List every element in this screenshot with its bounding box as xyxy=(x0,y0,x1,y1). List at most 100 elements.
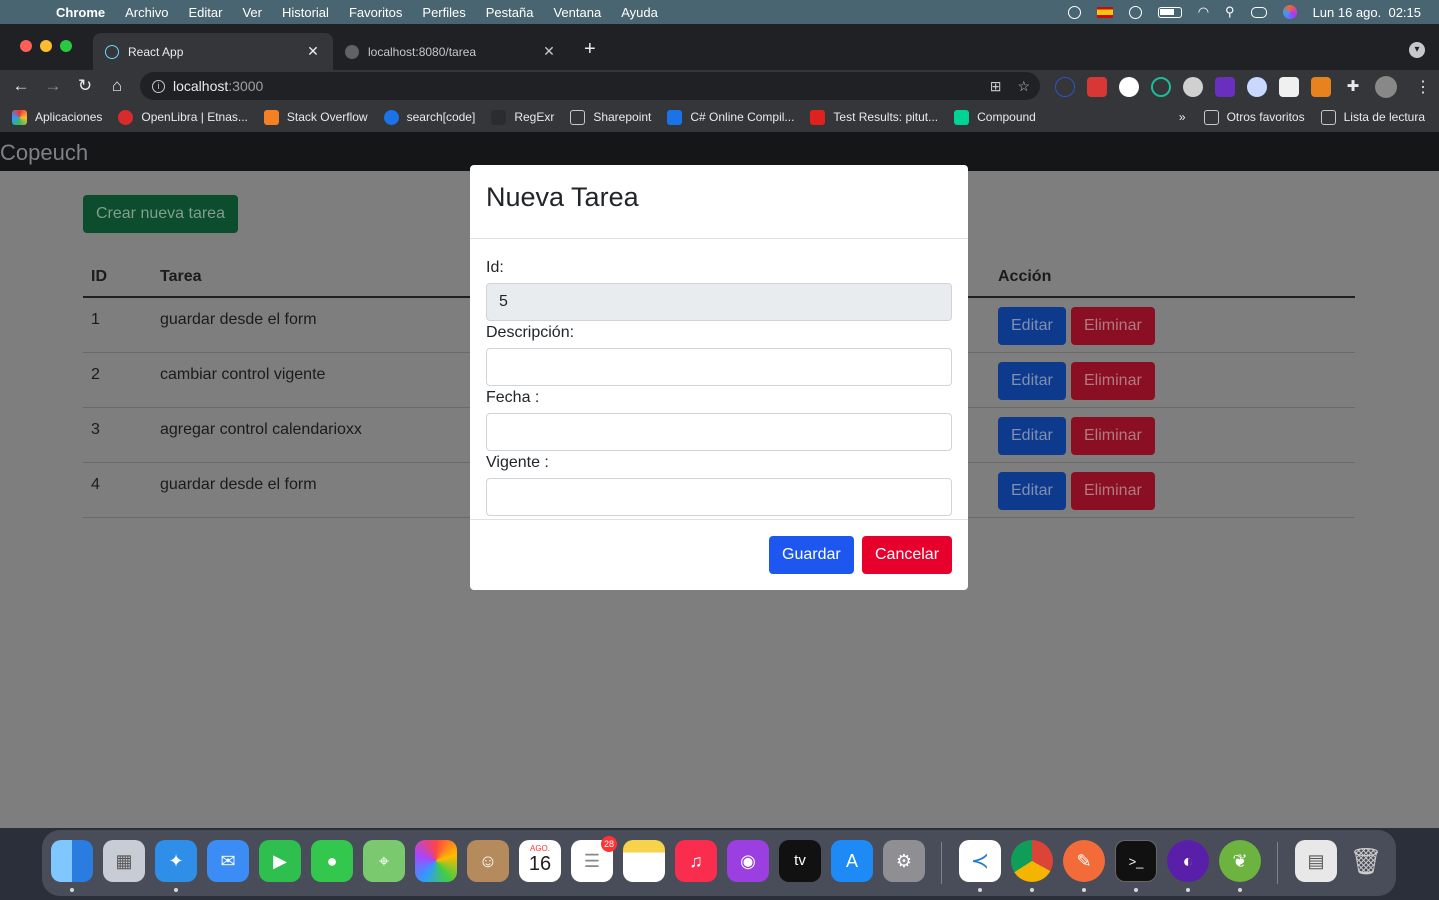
finder-icon[interactable] xyxy=(51,840,93,882)
menu-ventana[interactable]: Ventana xyxy=(553,5,601,20)
extension-note-icon[interactable] xyxy=(1279,77,1299,97)
address-bar[interactable]: i localhost:3000 ⊞ ☆ xyxy=(140,72,1040,100)
extension-green-ring-icon[interactable] xyxy=(1151,77,1171,97)
bookmark-apps[interactable]: Aplicaciones xyxy=(12,109,102,125)
bookmark-searchcode[interactable]: search[code] xyxy=(383,109,475,125)
delete-button[interactable]: Eliminar xyxy=(1071,307,1155,345)
siri-icon[interactable] xyxy=(1282,5,1297,19)
tor-browser-icon[interactable]: ◐ xyxy=(1167,840,1209,882)
bookmark-other-favorites[interactable]: Otros favoritos xyxy=(1203,109,1305,125)
spring-tools-icon[interactable]: ❦ xyxy=(1219,840,1261,882)
close-window-button[interactable] xyxy=(20,40,32,52)
reload-icon[interactable]: ↻ xyxy=(69,76,101,96)
extensions-puzzle-icon[interactable]: ✚ xyxy=(1343,77,1363,97)
system-preferences-icon[interactable]: ⚙ xyxy=(883,840,925,882)
home-icon[interactable]: ⌂ xyxy=(101,76,133,96)
menu-pestana[interactable]: Pestaña xyxy=(486,5,534,20)
menu-ayuda[interactable]: Ayuda xyxy=(621,5,658,20)
brand[interactable]: Copeuch xyxy=(0,140,88,165)
menu-historial[interactable]: Historial xyxy=(282,5,329,20)
downloads-stack-icon[interactable]: ▤ xyxy=(1295,840,1337,882)
bookmark-csharp-compiler[interactable]: C# Online Compil... xyxy=(667,109,794,125)
screen-record-icon[interactable] xyxy=(1067,5,1081,19)
edit-button[interactable]: Editar xyxy=(998,307,1066,345)
forward-icon[interactable]: → xyxy=(37,76,69,96)
bookmark-regexr[interactable]: RegExr xyxy=(491,109,554,125)
mail-icon[interactable]: ✉ xyxy=(207,840,249,882)
menu-app-name[interactable]: Chrome xyxy=(56,5,105,20)
bookmark-star-icon[interactable]: ☆ xyxy=(1017,78,1030,95)
site-info-icon[interactable]: i xyxy=(152,79,165,93)
extension-search-icon[interactable] xyxy=(1183,77,1203,97)
menu-favoritos[interactable]: Favoritos xyxy=(349,5,402,20)
music-icon[interactable]: ♫ xyxy=(675,840,717,882)
extension-circle-icon[interactable] xyxy=(1055,77,1075,97)
reminders-icon[interactable]: ☰ 28 xyxy=(571,836,617,882)
minimize-window-button[interactable] xyxy=(40,40,52,52)
metamask-icon[interactable] xyxy=(1311,77,1331,97)
save-button[interactable]: Guardar xyxy=(769,536,854,574)
menu-perfiles[interactable]: Perfiles xyxy=(422,5,465,20)
podcasts-icon[interactable]: ◉ xyxy=(727,840,769,882)
photos-icon[interactable] xyxy=(415,840,457,882)
menu-editar[interactable]: Editar xyxy=(188,5,222,20)
edit-button[interactable]: Editar xyxy=(998,472,1066,510)
maps-icon[interactable]: ⌖ xyxy=(363,840,405,882)
edit-button[interactable]: Editar xyxy=(998,362,1066,400)
extension-blue-icon[interactable] xyxy=(1247,77,1267,97)
apple-tv-icon[interactable]: tv xyxy=(779,840,821,882)
close-tab-icon[interactable]: ✕ xyxy=(541,43,557,60)
edit-button[interactable]: Editar xyxy=(998,417,1066,455)
safari-icon[interactable]: ✦ xyxy=(155,840,197,882)
airdrop-icon[interactable] xyxy=(1128,5,1142,19)
bookmark-sharepoint[interactable]: Sharepoint xyxy=(570,109,651,125)
battery-icon[interactable] xyxy=(1157,6,1182,18)
tab-localhost-tarea[interactable]: localhost:8080/tarea ✕ xyxy=(333,33,569,70)
bookmark-test-results[interactable]: Test Results: pitut... xyxy=(810,109,938,125)
bookmark-stackoverflow[interactable]: Stack Overflow xyxy=(263,109,368,125)
calendar-icon[interactable]: AGO. 16 xyxy=(519,840,561,882)
wifi-icon[interactable]: ◠ xyxy=(1198,4,1209,20)
new-tab-icon[interactable]: + xyxy=(584,38,596,61)
menu-ver[interactable]: Ver xyxy=(242,5,262,20)
launchpad-icon[interactable]: ▦ xyxy=(103,840,145,882)
facetime-icon[interactable]: ▶ xyxy=(259,840,301,882)
date-field[interactable] xyxy=(486,413,952,451)
close-tab-icon[interactable]: ✕ xyxy=(305,43,321,60)
menu-clock[interactable]: Lun 16 ago. 02:15 xyxy=(1313,5,1421,20)
bookmark-openlibra[interactable]: OpenLibra | Etnas... xyxy=(118,109,248,125)
contacts-icon[interactable]: ☺ xyxy=(467,840,509,882)
tab-react-app[interactable]: React App ✕ xyxy=(93,33,333,70)
vscode-icon[interactable]: ≺ xyxy=(959,840,1001,882)
zoom-window-button[interactable] xyxy=(60,40,72,52)
reading-list[interactable]: Lista de lectura xyxy=(1320,109,1425,125)
chrome-menu-icon[interactable]: ⋮ xyxy=(1415,77,1431,97)
control-center-icon[interactable] xyxy=(1250,6,1267,18)
active-field[interactable] xyxy=(486,478,952,516)
translate-icon[interactable]: ⊞ xyxy=(990,78,1002,95)
profile-avatar[interactable] xyxy=(1375,76,1397,98)
delete-button[interactable]: Eliminar xyxy=(1071,472,1155,510)
notes-icon[interactable] xyxy=(623,840,665,882)
back-icon[interactable]: ← xyxy=(5,76,37,96)
extension-white-icon[interactable] xyxy=(1119,77,1139,97)
description-field[interactable] xyxy=(486,348,952,386)
delete-button[interactable]: Eliminar xyxy=(1071,362,1155,400)
tab-search-icon[interactable]: ▾ xyxy=(1409,42,1425,58)
create-task-button[interactable]: Crear nueva tarea xyxy=(83,195,238,233)
spotlight-search-icon[interactable]: ⚲ xyxy=(1225,4,1235,20)
trash-icon[interactable]: 🗑 xyxy=(1345,840,1387,882)
bookmarks-overflow-icon[interactable]: » xyxy=(1179,110,1186,124)
extension-purple-icon[interactable] xyxy=(1215,77,1235,97)
chrome-icon[interactable] xyxy=(1011,840,1053,882)
postman-icon[interactable]: ✎ xyxy=(1063,840,1105,882)
bookmark-compound[interactable]: Compound xyxy=(954,109,1036,125)
extension-red-icon[interactable] xyxy=(1087,77,1107,97)
cancel-button[interactable]: Cancelar xyxy=(862,536,953,574)
messages-icon[interactable]: ● xyxy=(311,840,353,882)
input-source-flag-icon[interactable] xyxy=(1096,6,1113,18)
delete-button[interactable]: Eliminar xyxy=(1071,417,1155,455)
menu-archivo[interactable]: Archivo xyxy=(125,5,168,20)
terminal-icon[interactable]: >_ xyxy=(1115,840,1157,882)
app-store-icon[interactable]: A xyxy=(831,840,873,882)
